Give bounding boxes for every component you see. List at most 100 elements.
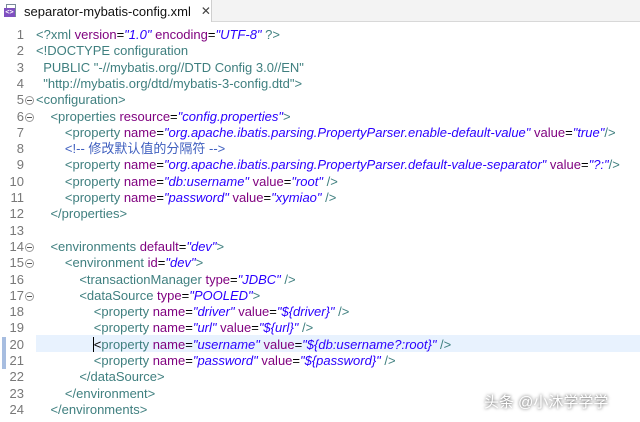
code-text: </environment> bbox=[36, 386, 155, 402]
code-text: </dataSource> bbox=[36, 369, 165, 385]
code-token: /> bbox=[321, 190, 337, 205]
code-line[interactable]: 2 <!DOCTYPE configuration bbox=[0, 43, 640, 59]
code-line[interactable]: 16 <transactionManager type="JDBC" /> bbox=[0, 272, 640, 288]
code-text: <!-- 修改默认值的分隔符 --> bbox=[36, 141, 225, 157]
code-token: > bbox=[252, 287, 261, 303]
code-line[interactable]: 11 <property name="password" value="xymi… bbox=[0, 190, 640, 206]
code-line[interactable]: 5 <configuration> bbox=[0, 92, 640, 108]
code-token: "dev" bbox=[165, 255, 196, 271]
code-token: "1.0" bbox=[124, 27, 152, 42]
code-token: name bbox=[123, 124, 157, 140]
line-number: 18 bbox=[9, 304, 24, 320]
code-token: = bbox=[230, 271, 238, 287]
code-token: "org.apache.ibatis.parsing.PropertyParse… bbox=[163, 157, 547, 173]
code-token: name bbox=[152, 320, 186, 336]
code-text: <properties resource="config.properties"… bbox=[36, 108, 291, 125]
code-token: = bbox=[185, 353, 193, 368]
code-line[interactable]: 3 PUBLIC "-//mybatis.org//DTD Config 3.0… bbox=[0, 60, 640, 76]
code-token: default bbox=[139, 238, 179, 254]
xml-editor[interactable]: 1 <?xml version="1.0" encoding="UTF-8" ?>… bbox=[0, 22, 640, 422]
code-line[interactable]: 21 <property name="password" value="${pa… bbox=[0, 353, 640, 369]
code-line[interactable]: 1 <?xml version="1.0" encoding="UTF-8" ?> bbox=[0, 27, 640, 43]
code-token: name bbox=[152, 336, 186, 352]
code-line[interactable]: 10 <property name="db:username" value="r… bbox=[0, 174, 640, 190]
line-number: 12 bbox=[9, 206, 24, 222]
code-token: value bbox=[263, 336, 295, 352]
code-token: value bbox=[252, 173, 284, 189]
code-line[interactable]: 14 <environments default="dev"> bbox=[0, 239, 640, 255]
line-number: 20 bbox=[9, 336, 24, 352]
close-tab-icon[interactable]: ✕ bbox=[201, 5, 211, 17]
code-token: > bbox=[282, 108, 291, 124]
code-text: <property name="username" value="${db:us… bbox=[36, 336, 451, 353]
code-line[interactable]: 19 <property name="url" value="${url}" /… bbox=[0, 320, 640, 336]
code-token: name bbox=[123, 190, 157, 205]
code-line[interactable]: 18 <property name="driver" value="${driv… bbox=[0, 304, 640, 320]
tab-title: separator-mybatis-config.xml bbox=[24, 3, 191, 19]
code-token: = bbox=[156, 190, 164, 205]
code-token: </dataSource> bbox=[79, 369, 165, 385]
fold-toggle-icon[interactable] bbox=[25, 109, 34, 125]
code-token: <property bbox=[64, 157, 124, 173]
line-number: 21 bbox=[9, 353, 24, 368]
xml-file-icon: <> bbox=[4, 3, 20, 19]
line-number: 23 bbox=[9, 385, 24, 401]
code-token: <transactionManager bbox=[79, 271, 206, 287]
code-line[interactable]: 17 <dataSource type="POOLED"> bbox=[0, 288, 640, 304]
code-text: <environment id="dev"> bbox=[36, 255, 203, 271]
code-text: "http://mybatis.org/dtd/mybatis-3-config… bbox=[36, 76, 302, 92]
code-token: > bbox=[216, 238, 225, 254]
code-token: "password" bbox=[163, 190, 229, 205]
line-number: 14 bbox=[9, 238, 24, 254]
line-number: 13 bbox=[9, 222, 24, 238]
code-token: value bbox=[232, 190, 264, 205]
code-line[interactable]: 6 <properties resource="config.propertie… bbox=[0, 109, 640, 125]
code-line[interactable]: 13 bbox=[0, 223, 640, 239]
code-token: name bbox=[123, 173, 157, 189]
code-text: <property name="password" value="xymiao"… bbox=[36, 190, 336, 206]
editor-tab-strip: <> separator-mybatis-config.xml ✕ bbox=[0, 0, 640, 22]
code-token: "db:username" bbox=[163, 173, 250, 189]
code-line[interactable]: 15 <environment id="dev"> bbox=[0, 255, 640, 271]
code-line[interactable]: 8 <!-- 修改默认值的分隔符 --> bbox=[0, 141, 640, 157]
code-line[interactable]: 20 <property name="username" value="${db… bbox=[0, 336, 640, 353]
code-token: "UTF-8" bbox=[215, 27, 262, 42]
code-token: = bbox=[263, 190, 272, 205]
line-number: 11 bbox=[10, 190, 25, 205]
fold-toggle-icon[interactable] bbox=[25, 288, 34, 304]
code-token: </properties> bbox=[50, 206, 128, 222]
fold-toggle-icon[interactable] bbox=[25, 255, 34, 271]
code-line[interactable]: 12 </properties> bbox=[0, 206, 640, 222]
code-text: <dataSource type="POOLED"> bbox=[36, 288, 260, 304]
code-text: <property name="db:username" value="root… bbox=[36, 174, 338, 190]
code-token: "username" bbox=[192, 336, 260, 352]
code-text: <environments default="dev"> bbox=[36, 239, 224, 255]
code-line[interactable]: 22 </dataSource> bbox=[0, 369, 640, 385]
line-number: 15 bbox=[9, 255, 24, 271]
code-token: /> bbox=[322, 173, 338, 189]
code-token: "driver" bbox=[192, 304, 235, 320]
code-token: value bbox=[238, 304, 270, 320]
code-line[interactable]: 4 "http://mybatis.org/dtd/mybatis-3-conf… bbox=[0, 76, 640, 92]
line-number: 8 bbox=[16, 141, 24, 157]
code-token: PUBLIC "-//mybatis.org//DTD Config 3.0//… bbox=[36, 59, 304, 75]
code-token: = bbox=[185, 304, 193, 320]
line-number: 22 bbox=[9, 369, 24, 385]
fold-toggle-icon[interactable] bbox=[25, 92, 34, 108]
code-line[interactable]: 9 <property name="org.apache.ibatis.pars… bbox=[0, 157, 640, 173]
line-number: 16 bbox=[9, 271, 24, 287]
code-token: = bbox=[185, 320, 193, 336]
tab-separator-mybatis-config[interactable]: <> separator-mybatis-config.xml ✕ bbox=[0, 0, 212, 22]
code-token: "JDBC" bbox=[237, 271, 281, 287]
code-line[interactable]: 7 <property name="org.apache.ibatis.pars… bbox=[0, 125, 640, 141]
fold-toggle-icon[interactable] bbox=[25, 239, 34, 255]
code-token: type bbox=[157, 287, 182, 303]
